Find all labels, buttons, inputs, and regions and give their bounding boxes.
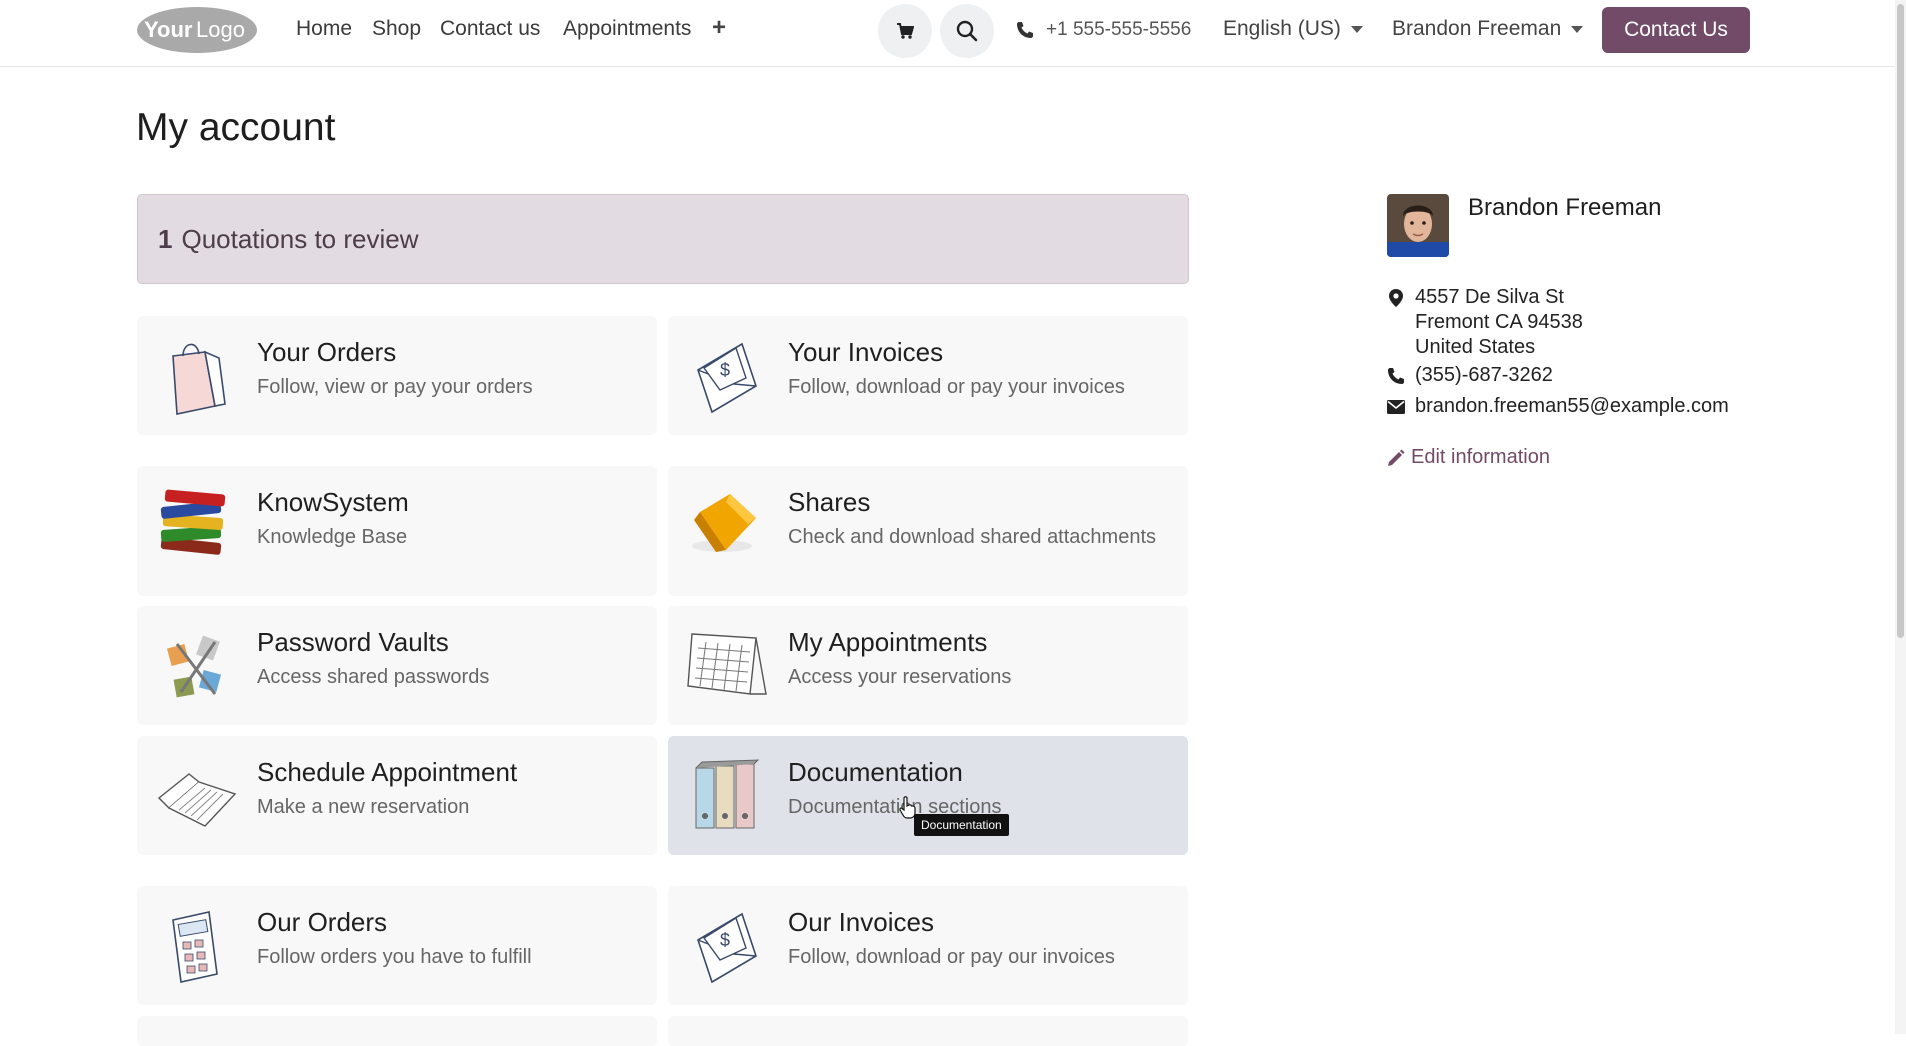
books-icon bbox=[160, 489, 226, 555]
language-dropdown[interactable]: English (US) bbox=[1223, 17, 1363, 41]
map-marker-icon bbox=[1389, 289, 1403, 307]
card-documentation[interactable]: Documentation Documentation sections bbox=[668, 736, 1188, 855]
card-title: KnowSystem bbox=[257, 487, 409, 517]
card-description: Access your reservations bbox=[788, 666, 1012, 688]
quotations-alert-text: Quotations to review bbox=[181, 223, 419, 254]
address-line-1: 4557 De Silva St bbox=[1415, 286, 1564, 308]
documentation-tooltip: Documentation bbox=[914, 814, 1009, 836]
phone-icon bbox=[1017, 22, 1033, 38]
envelope-icon bbox=[1387, 399, 1405, 414]
invoice-envelope-icon: $ bbox=[697, 912, 757, 984]
nav-appointments[interactable]: Appointments bbox=[563, 17, 691, 41]
card-description: Knowledge Base bbox=[257, 526, 408, 548]
profile-phone-number: (355)-687-3262 bbox=[1415, 364, 1553, 386]
quotations-alert[interactable]: 1 Quotations to review bbox=[137, 194, 1189, 284]
language-label: English (US) bbox=[1223, 17, 1341, 40]
phone-icon bbox=[1388, 367, 1404, 384]
card-description: Check and download shared attachments bbox=[788, 526, 1157, 548]
nav-shop[interactable]: Shop bbox=[372, 17, 421, 41]
user-menu-label: Brandon Freeman bbox=[1392, 17, 1562, 40]
card-description: Follow, download or pay our invoices bbox=[788, 946, 1115, 968]
user-menu-dropdown[interactable]: Brandon Freeman bbox=[1392, 17, 1584, 41]
card-partial-left[interactable] bbox=[137, 1016, 657, 1046]
cart-icon bbox=[897, 23, 914, 39]
search-icon bbox=[956, 20, 978, 42]
card-my-appointments[interactable]: My Appointments Access your reservations bbox=[668, 606, 1188, 725]
shopping-bag-icon bbox=[172, 343, 226, 415]
card-title: Our Orders bbox=[257, 907, 388, 937]
card-description: Access shared passwords bbox=[257, 666, 490, 688]
search-button[interactable] bbox=[940, 4, 994, 58]
profile-phone: (355)-687-3262 bbox=[1387, 364, 1553, 387]
svg-text:$: $ bbox=[720, 930, 730, 950]
card-title: Shares bbox=[788, 487, 871, 517]
card-your-invoices[interactable]: $ Your Invoices Follow, download or pay … bbox=[668, 316, 1188, 435]
card-description: Follow orders you have to fulfill bbox=[257, 946, 532, 968]
nav-home[interactable]: Home bbox=[296, 17, 352, 41]
password-vault-icon bbox=[166, 635, 222, 698]
card-title: Your Invoices bbox=[788, 337, 944, 367]
svg-text:Your: Your bbox=[144, 17, 193, 42]
header-phone-number: +1 555-555-5556 bbox=[1046, 19, 1192, 40]
card-description: Follow, download or pay your invoices bbox=[788, 376, 1125, 398]
card-title: Our Invoices bbox=[788, 907, 934, 937]
binders-icon bbox=[695, 759, 760, 829]
nav-contact-us[interactable]: Contact us bbox=[440, 17, 540, 41]
calculator-icon bbox=[172, 911, 218, 983]
card-title: My Appointments bbox=[788, 627, 988, 657]
edit-information-link[interactable]: Edit information bbox=[1387, 446, 1550, 469]
svg-text:Logo: Logo bbox=[196, 17, 245, 42]
profile-name: Brandon Freeman bbox=[1468, 194, 1662, 221]
card-partial-right[interactable] bbox=[668, 1016, 1188, 1046]
calendar-icon bbox=[687, 633, 767, 695]
profile-email: brandon.freeman55@example.com bbox=[1387, 395, 1729, 418]
card-our-orders[interactable]: Our Orders Follow orders you have to ful… bbox=[137, 886, 657, 1005]
chevron-down-icon bbox=[1350, 25, 1363, 33]
add-menu-plus-icon[interactable]: + bbox=[712, 14, 726, 42]
address-line-3: United States bbox=[1415, 336, 1536, 358]
open-book-icon bbox=[157, 773, 237, 827]
contact-us-button[interactable]: Contact Us bbox=[1602, 7, 1750, 53]
card-description: Make a new reservation bbox=[257, 796, 470, 818]
header-phone[interactable]: +1 555-555-5556 bbox=[1016, 19, 1191, 41]
scrollbar-thumb[interactable] bbox=[1897, 4, 1904, 638]
chevron-down-icon bbox=[1571, 25, 1584, 33]
card-description: Follow, view or pay your orders bbox=[257, 376, 533, 398]
page-title: My account bbox=[136, 106, 336, 149]
pencil-icon bbox=[1388, 449, 1405, 466]
your-logo[interactable]: Your Logo bbox=[136, 5, 258, 55]
svg-text:$: $ bbox=[720, 360, 730, 380]
card-title: Password Vaults bbox=[257, 627, 449, 657]
card-title: Schedule Appointment bbox=[257, 757, 518, 787]
card-shares[interactable]: Shares Check and download shared attachm… bbox=[668, 466, 1188, 596]
card-knowsystem[interactable]: KnowSystem Knowledge Base bbox=[137, 466, 657, 596]
invoice-envelope-icon: $ bbox=[697, 342, 757, 414]
cart-button[interactable] bbox=[878, 4, 932, 58]
card-password-vaults[interactable]: Password Vaults Access shared passwords bbox=[137, 606, 657, 725]
top-navbar: Your Logo Home Shop Contact us Appointme… bbox=[0, 0, 1906, 67]
profile-email-address: brandon.freeman55@example.com bbox=[1415, 395, 1729, 417]
card-schedule-appointment[interactable]: Schedule Appointment Make a new reservat… bbox=[137, 736, 657, 855]
page-scrollbar[interactable] bbox=[1895, 0, 1906, 1034]
edit-information-label: Edit information bbox=[1411, 446, 1550, 468]
avatar bbox=[1387, 194, 1449, 257]
address-line-2: Fremont CA 94538 bbox=[1415, 311, 1583, 333]
card-title: Your Orders bbox=[257, 337, 397, 367]
card-title: Documentation bbox=[788, 757, 963, 787]
shared-folder-icon bbox=[692, 494, 756, 552]
card-your-orders[interactable]: Your Orders Follow, view or pay your ord… bbox=[137, 316, 657, 435]
card-our-invoices[interactable]: $ Our Invoices Follow, download or pay o… bbox=[668, 886, 1188, 1005]
quotations-count: 1 bbox=[158, 223, 173, 254]
